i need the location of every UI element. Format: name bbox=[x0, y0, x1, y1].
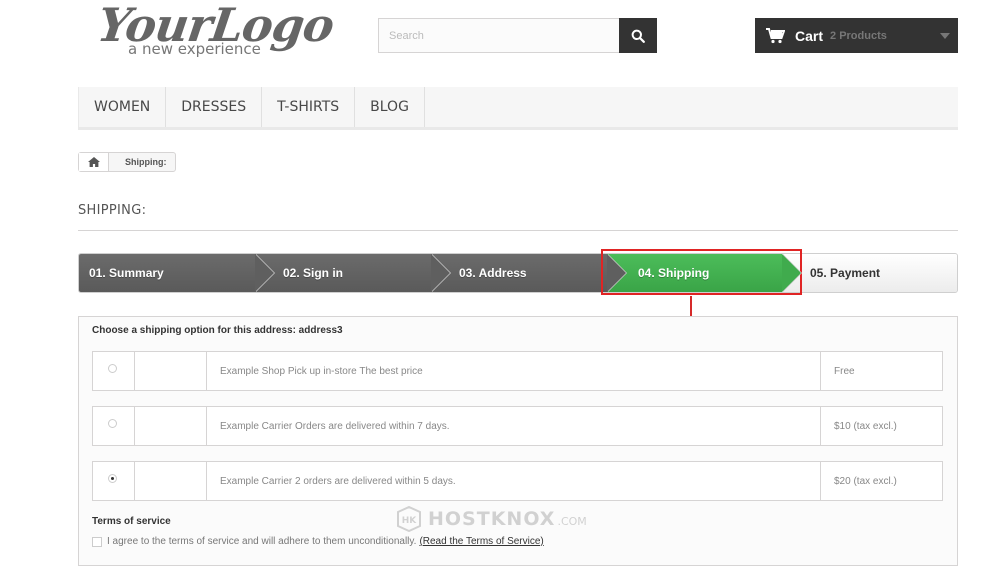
shipping-option[interactable]: Example Shop Pick up in-store The best p… bbox=[92, 351, 943, 391]
terms-link[interactable]: (Read the Terms of Service) bbox=[419, 536, 543, 547]
step-payment[interactable]: 05. Payment bbox=[782, 254, 957, 292]
shipping-heading: Choose a shipping option for this addres… bbox=[92, 325, 343, 336]
cart-button[interactable]: Cart 2 Products bbox=[755, 18, 958, 53]
carrier-logo bbox=[135, 462, 207, 500]
breadcrumb: Shipping: bbox=[78, 152, 176, 172]
carrier-logo bbox=[135, 352, 207, 390]
watermark-logo-icon: HK bbox=[397, 506, 421, 532]
step-sign-in[interactable]: 02. Sign in bbox=[255, 254, 451, 292]
terms-heading: Terms of service bbox=[92, 516, 171, 527]
page-title: SHIPPING: bbox=[78, 203, 147, 218]
shipping-option[interactable]: Example Carrier 2 orders are delivered w… bbox=[92, 461, 943, 501]
step-arrow bbox=[607, 254, 626, 292]
step-label: 03. Address bbox=[459, 266, 527, 280]
watermark-domain: .COM bbox=[557, 514, 587, 528]
breadcrumb-current: Shipping: bbox=[125, 157, 167, 167]
step-address[interactable]: 03. Address bbox=[431, 254, 627, 292]
menu-item-dresses[interactable]: DRESSES bbox=[166, 87, 263, 127]
shipping-price: $10 (tax excl.) bbox=[834, 420, 897, 432]
step-summary[interactable]: 01. Summary bbox=[79, 254, 275, 292]
shipping-description: Example Carrier 2 orders are delivered w… bbox=[207, 462, 821, 500]
menu-item-women[interactable]: WOMEN bbox=[78, 87, 167, 127]
radio-cell bbox=[93, 352, 135, 390]
shipping-price: $20 (tax excl.) bbox=[834, 475, 897, 487]
logo-text: YourLogo bbox=[94, 0, 337, 52]
shipping-description: Example Shop Pick up in-store The best p… bbox=[207, 352, 821, 390]
cart-label: Cart bbox=[795, 27, 824, 44]
shipping-radio[interactable] bbox=[108, 419, 117, 428]
cart-count: 2 Products bbox=[830, 29, 887, 42]
shipping-option[interactable]: Example Carrier Orders are delivered wit… bbox=[92, 406, 943, 446]
svg-text:HK: HK bbox=[402, 516, 418, 526]
terms-row: I agree to the terms of service and will… bbox=[92, 536, 544, 547]
menu-item-blog[interactable]: BLOG bbox=[355, 87, 425, 127]
radio-cell bbox=[93, 407, 135, 445]
radio-cell bbox=[93, 462, 135, 500]
home-icon bbox=[87, 157, 100, 167]
breadcrumb-home[interactable] bbox=[79, 153, 109, 171]
shipping-radio[interactable] bbox=[108, 364, 117, 373]
watermark: HK HOSTKNOX .COM bbox=[396, 506, 587, 532]
cart-icon bbox=[766, 27, 785, 43]
search-input[interactable] bbox=[378, 18, 619, 53]
step-label: 02. Sign in bbox=[283, 266, 344, 280]
step-arrow bbox=[431, 254, 450, 292]
checkout-steps: 01. Summary 02. Sign in 03. Address 04. … bbox=[78, 253, 958, 293]
step-label: 05. Payment bbox=[810, 266, 881, 280]
main-menu: WOMEN DRESSES T-SHIRTS BLOG bbox=[78, 87, 958, 130]
search-button[interactable] bbox=[619, 18, 657, 53]
step-arrow bbox=[782, 254, 801, 292]
shipping-radio[interactable] bbox=[108, 474, 117, 483]
shipping-price: Free bbox=[834, 365, 855, 377]
carrier-logo bbox=[135, 407, 207, 445]
site-logo[interactable]: YourLogo a new experience bbox=[94, 0, 337, 62]
step-label: 01. Summary bbox=[89, 266, 164, 280]
terms-checkbox[interactable] bbox=[92, 536, 102, 547]
shipping-description: Example Carrier Orders are delivered wit… bbox=[207, 407, 821, 445]
step-arrow bbox=[255, 254, 274, 292]
terms-text: I agree to the terms of service and will… bbox=[107, 536, 417, 547]
watermark-text: HOSTKNOX bbox=[428, 508, 556, 530]
title-divider bbox=[78, 230, 958, 231]
search-icon bbox=[631, 29, 645, 43]
menu-item-t-shirts[interactable]: T-SHIRTS bbox=[262, 87, 356, 127]
step-label: 04. Shipping bbox=[638, 266, 710, 280]
search-bar bbox=[378, 18, 657, 53]
chevron-down-icon bbox=[940, 32, 950, 39]
